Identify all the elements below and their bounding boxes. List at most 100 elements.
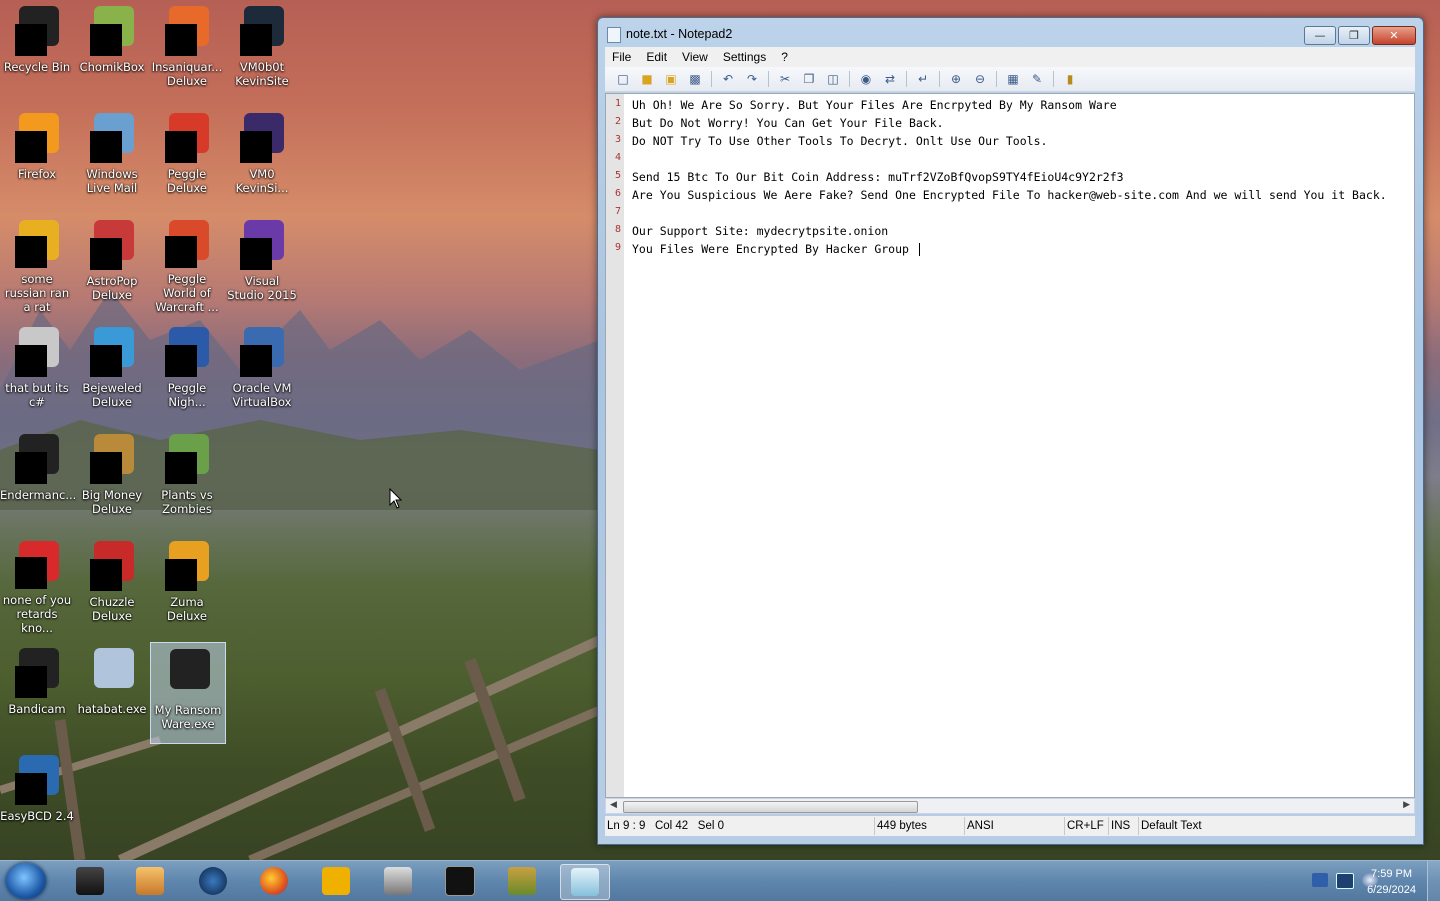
app-icon	[15, 541, 59, 589]
horizontal-scrollbar[interactable]: ◀ ▶	[605, 798, 1415, 814]
toolbar-separator	[939, 71, 940, 87]
restore-button[interactable]: ❐	[1338, 26, 1370, 45]
desktop-icon-that-but-its-c[interactable]: that but its c#	[0, 321, 74, 421]
desktop-icon-hatabat-exe[interactable]: hatabat.exe	[75, 642, 149, 742]
desktop-icon-bejeweled-deluxe[interactable]: Bejeweled Deluxe	[75, 321, 149, 421]
taskbar-item-chomikbox[interactable]	[498, 864, 546, 898]
toolbar-separator	[906, 71, 907, 87]
redaction-box	[165, 236, 197, 268]
network-icon[interactable]	[1336, 873, 1354, 889]
desktop-icon-visual-studio-2015[interactable]: Visual Studio 2015	[225, 214, 299, 314]
desktop-icon-some-russian-ran-a-rat[interactable]: some russian ran a rat	[0, 214, 74, 314]
desktop-icon-my-ransom-ware-exe[interactable]: My Ransom Ware.exe	[150, 642, 226, 744]
undo-icon[interactable]: ↶	[720, 71, 736, 87]
line-number: 5	[614, 170, 621, 181]
icon-artwork	[170, 649, 210, 689]
text-editor[interactable]: 1 Uh Oh! We Are So Sorry. But Your Files …	[605, 93, 1415, 798]
scroll-left-icon[interactable]: ◀	[610, 800, 617, 810]
redo-icon[interactable]: ↷	[744, 71, 760, 87]
taskbar-item-globe[interactable]	[189, 864, 237, 898]
mouse-cursor-icon	[389, 488, 403, 509]
browse-icon[interactable]: ▣	[663, 71, 679, 87]
status-size: 449 bytes	[875, 817, 965, 835]
save-icon[interactable]: ▩	[687, 71, 703, 87]
notepad-window[interactable]: note.txt - Notepad2 — ❐ ✕ File Edit View…	[597, 17, 1424, 845]
redaction-box	[90, 131, 122, 163]
menu-edit[interactable]: Edit	[639, 50, 675, 64]
taskbar-item-notepad2[interactable]	[560, 864, 610, 900]
menu-settings[interactable]: Settings	[716, 50, 774, 64]
scheme-icon[interactable]: ▦	[1005, 71, 1021, 87]
app-icon	[165, 541, 209, 591]
desktop-icon-label: some russian ran a rat	[4, 272, 70, 314]
desktop-icon-peggle-nigh[interactable]: Peggle Nigh...	[150, 321, 224, 421]
minimize-button[interactable]: —	[1304, 26, 1336, 45]
exit-icon[interactable]: ▮	[1062, 71, 1078, 87]
paste-icon[interactable]: ◫	[825, 71, 841, 87]
desktop-icon-recycle-bin[interactable]: Recycle Bin	[0, 0, 74, 100]
menu-view[interactable]: View	[675, 50, 716, 64]
new-file-icon[interactable]: □	[615, 71, 631, 87]
clock[interactable]: 7:59 PM 6/29/2024	[1367, 866, 1416, 898]
desktop-icon-windows-live-mail[interactable]: Windows Live Mail	[75, 107, 149, 207]
desktop-icon-vm0b0t-kevinsite[interactable]: VM0b0t KevinSite	[225, 0, 299, 100]
replace-icon[interactable]: ⇄	[882, 71, 898, 87]
copy-icon[interactable]: ❐	[801, 71, 817, 87]
taskbar-item-terminal[interactable]	[436, 864, 484, 898]
desktop-icon-bandicam[interactable]: Bandicam	[0, 642, 74, 742]
redaction-box	[240, 24, 272, 56]
app-icon	[240, 113, 284, 163]
zoom-out-icon[interactable]: ⊖	[972, 71, 988, 87]
app-icon	[90, 327, 134, 377]
scroll-right-icon[interactable]: ▶	[1403, 800, 1410, 810]
scrollbar-thumb[interactable]	[623, 801, 918, 813]
desktop-icon-zuma-deluxe[interactable]: Zuma Deluxe	[150, 535, 224, 635]
line-number: 9	[614, 242, 621, 253]
zoom-in-icon[interactable]: ⊕	[948, 71, 964, 87]
desktop-icon-firefox[interactable]: Firefox	[0, 107, 74, 207]
desktop-icon-insaniquar-deluxe[interactable]: Insaniquar... Deluxe	[150, 0, 224, 100]
desktop-icon-chuzzle-deluxe[interactable]: Chuzzle Deluxe	[75, 535, 149, 635]
desktop-icon-oracle-vm-virtualbox[interactable]: Oracle VM VirtualBox	[225, 321, 299, 421]
find-icon[interactable]: ◉	[858, 71, 874, 87]
start-button[interactable]	[6, 863, 46, 899]
desktop-icon-endermanc[interactable]: Endermanc...	[0, 428, 76, 528]
desktop-icon-peggle-deluxe[interactable]: Peggle Deluxe	[150, 107, 224, 207]
app-icon	[15, 220, 59, 268]
cut-icon[interactable]: ✂	[777, 71, 793, 87]
taskbar-item-windows[interactable]	[374, 864, 422, 898]
desktop-icon-none-of-you-retards-kno[interactable]: none of you retards kno...	[0, 535, 74, 635]
show-desktop-button[interactable]	[1427, 861, 1440, 901]
status-scheme[interactable]: Default Text	[1139, 817, 1259, 835]
menu-help[interactable]: ?	[774, 50, 796, 64]
line-number: 8	[614, 224, 621, 235]
open-folder-icon[interactable]: ■	[639, 71, 655, 87]
word-wrap-icon[interactable]: ↵	[915, 71, 931, 87]
taskbar-item-vm[interactable]	[66, 864, 114, 898]
desktop-icon-chomikbox[interactable]: ChomikBox	[75, 0, 149, 100]
taskbar-item-firefox[interactable]	[250, 864, 298, 898]
taskbar-item-media-player[interactable]	[126, 864, 174, 898]
redaction-box	[165, 345, 197, 377]
desktop-icon-astropop-deluxe[interactable]: AstroPop Deluxe	[75, 214, 149, 314]
app-icon	[90, 648, 134, 692]
taskbar-item-deluxe[interactable]	[312, 864, 360, 898]
close-button[interactable]: ✕	[1372, 26, 1416, 45]
desktop-icon-label: Insaniquar... Deluxe	[151, 60, 223, 88]
status-encoding[interactable]: ANSI	[965, 817, 1065, 835]
desktop-icon-label: Bejeweled Deluxe	[82, 381, 142, 409]
title-bar[interactable]: note.txt - Notepad2 — ❐ ✕	[598, 18, 1423, 50]
clock-date: 6/29/2024	[1367, 884, 1416, 896]
desktop-icon-peggle-world-of-warcraft[interactable]: Peggle World of Warcraft ...	[150, 214, 224, 314]
desktop-icon-big-money-deluxe[interactable]: Big Money Deluxe	[75, 428, 149, 528]
desktop-icon-plants-vs-zombies[interactable]: Plants vs Zombies	[150, 428, 224, 528]
action-center-icon[interactable]	[1312, 873, 1328, 887]
status-eol[interactable]: CR+LF	[1065, 817, 1109, 835]
customize-icon[interactable]: ✎	[1029, 71, 1045, 87]
desktop-icon-easybcd-2-4[interactable]: EasyBCD 2.4	[0, 749, 74, 849]
toolbar-separator	[768, 71, 769, 87]
desktop-icon-vm0-kevinsi[interactable]: VM0 KevinSi...	[225, 107, 299, 207]
menu-file[interactable]: File	[605, 50, 639, 64]
app-icon	[165, 6, 209, 56]
line-text: But Do Not Worry! You Can Get Your File …	[632, 116, 944, 130]
